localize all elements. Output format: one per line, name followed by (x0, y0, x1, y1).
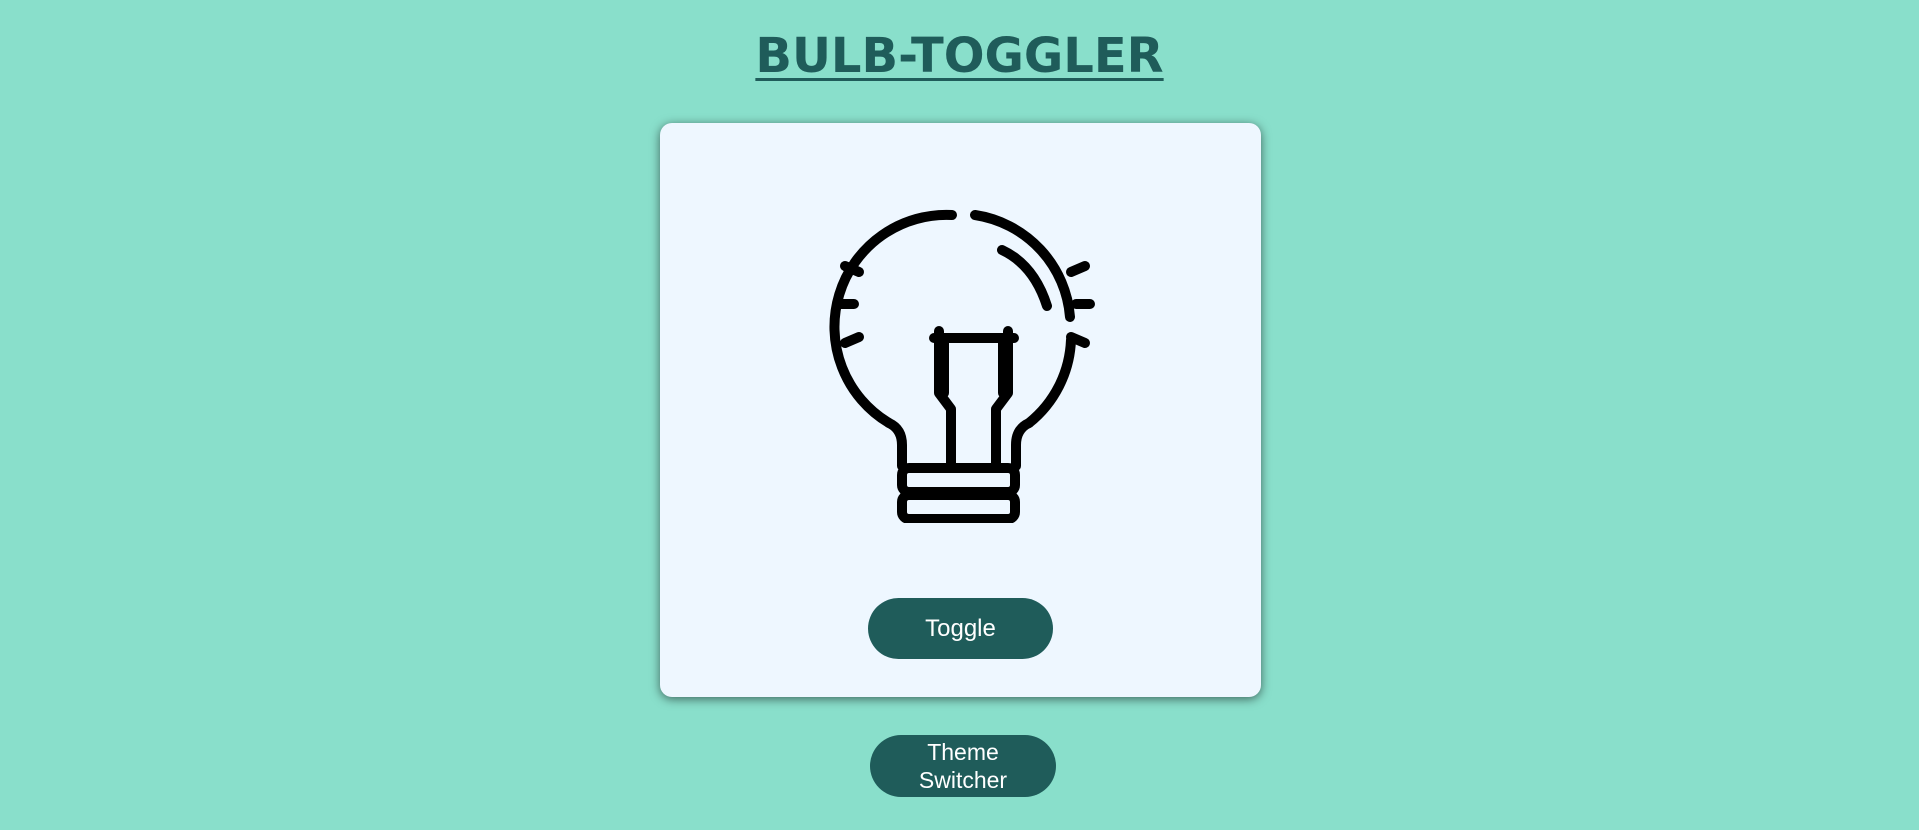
theme-switcher-label-line1: Theme (927, 739, 999, 765)
page-title: BULB-TOGGLER (755, 28, 1164, 84)
bulb-card: Toggle (660, 123, 1261, 697)
theme-switcher-button[interactable]: Theme Switcher (870, 735, 1056, 797)
theme-switcher-label-line2: Switcher (918, 767, 1008, 793)
lightbulb-icon (779, 163, 1139, 523)
toggle-button[interactable]: Toggle (868, 598, 1053, 659)
